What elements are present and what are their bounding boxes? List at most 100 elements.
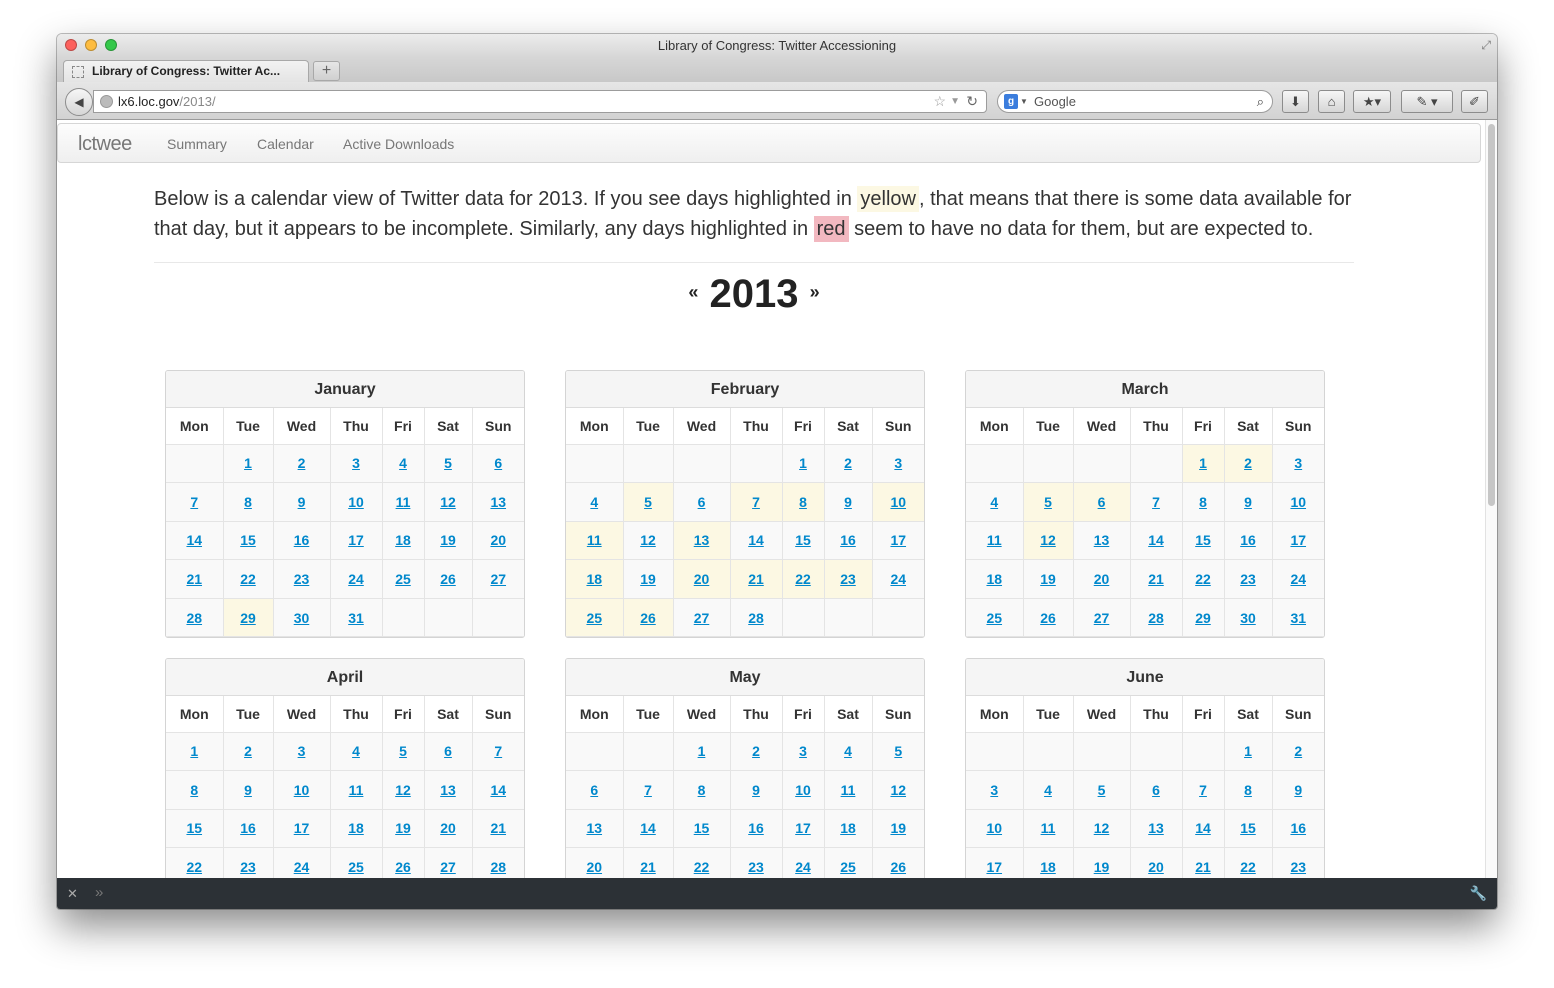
day-link[interactable]: 5 xyxy=(444,455,452,471)
day-link[interactable]: 31 xyxy=(1290,610,1306,626)
day-link[interactable]: 16 xyxy=(294,532,310,548)
day-link[interactable]: 17 xyxy=(795,820,811,836)
day-link[interactable]: 12 xyxy=(1094,820,1110,836)
day-link[interactable]: 3 xyxy=(1294,455,1302,471)
day-link[interactable]: 22 xyxy=(795,571,811,587)
day-link[interactable]: 11 xyxy=(349,782,364,798)
day-link[interactable]: 16 xyxy=(1240,532,1256,548)
day-link[interactable]: 15 xyxy=(186,820,202,836)
day-link[interactable]: 8 xyxy=(698,782,706,798)
day-link[interactable]: 3 xyxy=(799,743,807,759)
day-link[interactable]: 19 xyxy=(1040,571,1056,587)
day-link[interactable]: 4 xyxy=(590,494,598,510)
day-link[interactable]: 15 xyxy=(795,532,811,548)
day-link[interactable]: 8 xyxy=(244,494,252,510)
day-link[interactable]: 6 xyxy=(1098,494,1106,510)
day-link[interactable]: 25 xyxy=(348,859,364,875)
nav-link-calendar[interactable]: Calendar xyxy=(257,136,314,152)
day-link[interactable]: 21 xyxy=(186,571,202,587)
day-link[interactable]: 6 xyxy=(444,743,452,759)
day-link[interactable]: 5 xyxy=(1098,782,1106,798)
day-link[interactable]: 13 xyxy=(694,532,710,548)
day-link[interactable]: 22 xyxy=(1195,571,1211,587)
day-link[interactable]: 12 xyxy=(890,782,906,798)
url-field[interactable]: lx6.loc.gov/2013/ ☆ ▼ ↻ xyxy=(93,90,987,113)
close-icon[interactable]: ✕ xyxy=(67,886,78,902)
day-link[interactable]: 3 xyxy=(894,455,902,471)
day-link[interactable]: 3 xyxy=(352,455,360,471)
fullscreen-icon[interactable]: ⤢ xyxy=(1481,38,1491,52)
day-link[interactable]: 21 xyxy=(748,571,764,587)
day-link[interactable]: 8 xyxy=(190,782,198,798)
day-link[interactable]: 27 xyxy=(694,610,710,626)
day-link[interactable]: 14 xyxy=(490,782,506,798)
notes-icon[interactable]: ✐ xyxy=(1461,90,1488,113)
day-link[interactable]: 14 xyxy=(748,532,764,548)
day-link[interactable]: 8 xyxy=(799,494,807,510)
day-link[interactable]: 19 xyxy=(440,532,456,548)
day-link[interactable]: 4 xyxy=(399,455,407,471)
day-link[interactable]: 7 xyxy=(494,743,502,759)
day-link[interactable]: 5 xyxy=(399,743,407,759)
day-link[interactable]: 1 xyxy=(190,743,198,759)
day-link[interactable]: 2 xyxy=(844,455,852,471)
engine-dropdown-icon[interactable]: ▼ xyxy=(1020,91,1028,112)
day-link[interactable]: 15 xyxy=(1195,532,1211,548)
day-link[interactable]: 2 xyxy=(298,455,306,471)
day-link[interactable]: 20 xyxy=(490,532,506,548)
day-link[interactable]: 1 xyxy=(1244,743,1252,759)
day-link[interactable]: 24 xyxy=(294,859,310,875)
day-link[interactable]: 3 xyxy=(298,743,306,759)
day-link[interactable]: 15 xyxy=(694,820,710,836)
day-link[interactable]: 30 xyxy=(294,610,310,626)
day-link[interactable]: 15 xyxy=(1240,820,1256,836)
day-link[interactable]: 27 xyxy=(440,859,456,875)
day-link[interactable]: 9 xyxy=(298,494,306,510)
day-link[interactable]: 22 xyxy=(694,859,710,875)
day-link[interactable]: 22 xyxy=(1240,859,1256,875)
day-link[interactable]: 20 xyxy=(1094,571,1110,587)
day-link[interactable]: 17 xyxy=(294,820,310,836)
day-link[interactable]: 17 xyxy=(986,859,1002,875)
day-link[interactable]: 24 xyxy=(890,571,906,587)
nav-link-active-downloads[interactable]: Active Downloads xyxy=(343,136,454,152)
day-link[interactable]: 21 xyxy=(640,859,656,875)
day-link[interactable]: 9 xyxy=(752,782,760,798)
day-link[interactable]: 25 xyxy=(986,610,1002,626)
day-link[interactable]: 17 xyxy=(890,532,906,548)
day-link[interactable]: 11 xyxy=(987,532,1002,548)
day-link[interactable]: 23 xyxy=(294,571,310,587)
zoom-window-button[interactable] xyxy=(105,39,117,51)
day-link[interactable]: 2 xyxy=(1294,743,1302,759)
day-link[interactable]: 21 xyxy=(1148,571,1164,587)
day-link[interactable]: 9 xyxy=(1294,782,1302,798)
day-link[interactable]: 21 xyxy=(490,820,506,836)
day-link[interactable]: 20 xyxy=(440,820,456,836)
day-link[interactable]: 13 xyxy=(490,494,506,510)
day-link[interactable]: 12 xyxy=(395,782,411,798)
day-link[interactable]: 4 xyxy=(844,743,852,759)
search-field[interactable]: g ▼ Google ⌕ xyxy=(997,90,1273,113)
vertical-scrollbar[interactable] xyxy=(1485,120,1497,878)
day-link[interactable]: 19 xyxy=(1094,859,1110,875)
day-link[interactable]: 8 xyxy=(1199,494,1207,510)
day-link[interactable]: 10 xyxy=(294,782,310,798)
day-link[interactable]: 13 xyxy=(586,820,602,836)
bookmark-star-icon[interactable]: ☆ xyxy=(933,91,946,112)
day-link[interactable]: 10 xyxy=(1290,494,1306,510)
day-link[interactable]: 12 xyxy=(640,532,656,548)
search-icon[interactable]: ⌕ xyxy=(1257,91,1264,112)
day-link[interactable]: 7 xyxy=(752,494,760,510)
day-link[interactable]: 20 xyxy=(1148,859,1164,875)
bookmarks-menu-icon[interactable]: ★▾ xyxy=(1353,90,1391,113)
day-link[interactable]: 28 xyxy=(1148,610,1164,626)
day-link[interactable]: 9 xyxy=(244,782,252,798)
day-link[interactable]: 16 xyxy=(840,532,856,548)
day-link[interactable]: 29 xyxy=(1195,610,1211,626)
site-brand[interactable]: lctwee xyxy=(78,133,132,156)
day-link[interactable]: 30 xyxy=(1240,610,1256,626)
close-window-button[interactable] xyxy=(65,39,77,51)
day-link[interactable]: 26 xyxy=(1040,610,1056,626)
day-link[interactable]: 26 xyxy=(440,571,456,587)
day-link[interactable]: 1 xyxy=(799,455,807,471)
